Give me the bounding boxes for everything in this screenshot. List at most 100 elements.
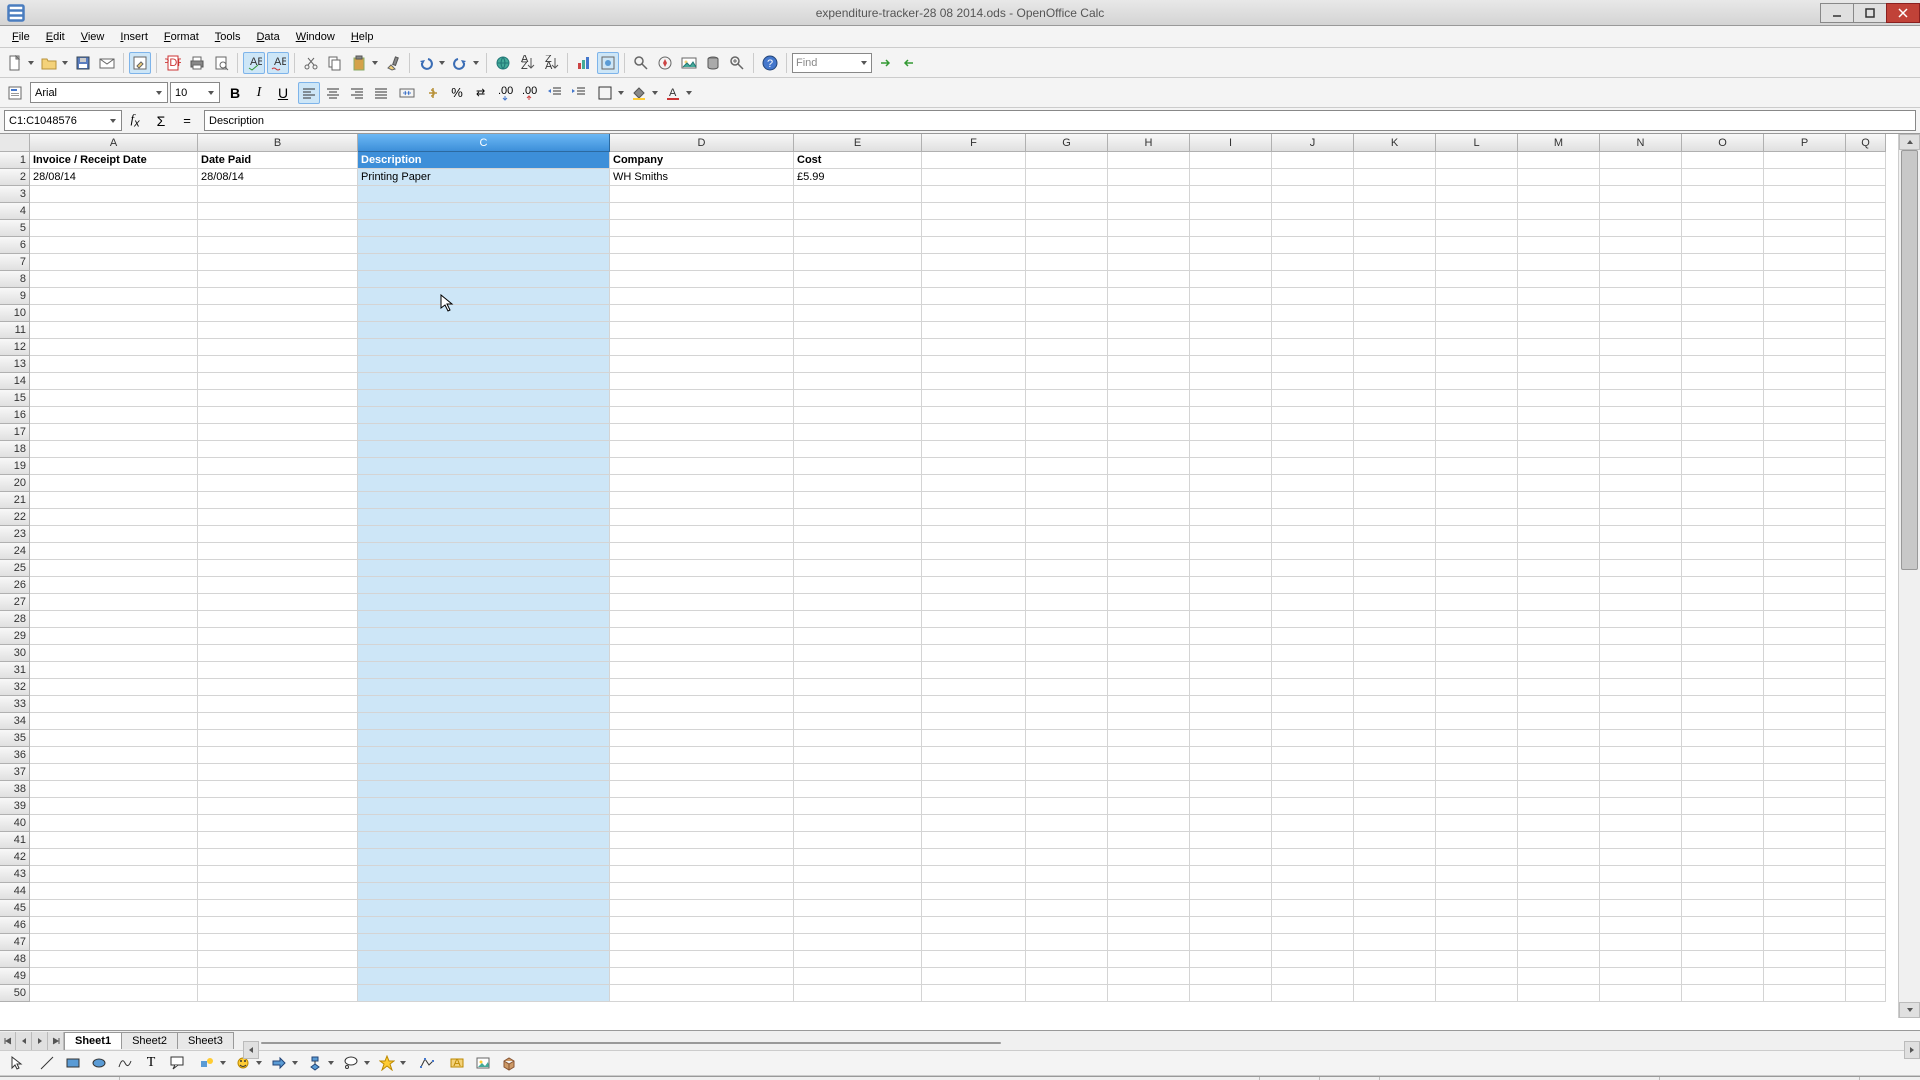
- menu-view[interactable]: View: [73, 29, 113, 45]
- row-header[interactable]: 21: [0, 492, 30, 509]
- cell[interactable]: [1764, 254, 1846, 271]
- row-header[interactable]: 16: [0, 407, 30, 424]
- cell[interactable]: [1436, 237, 1518, 254]
- cell[interactable]: [30, 679, 198, 696]
- cell[interactable]: [1436, 645, 1518, 662]
- cell[interactable]: [1682, 730, 1764, 747]
- row-header[interactable]: 20: [0, 475, 30, 492]
- cell[interactable]: [1026, 424, 1108, 441]
- cell[interactable]: [1600, 883, 1682, 900]
- cell[interactable]: [610, 798, 794, 815]
- cell[interactable]: [922, 577, 1026, 594]
- cell[interactable]: [1600, 951, 1682, 968]
- cell[interactable]: [358, 339, 610, 356]
- cell[interactable]: [1190, 305, 1272, 322]
- cell[interactable]: [1272, 815, 1354, 832]
- row-header[interactable]: 24: [0, 543, 30, 560]
- cell[interactable]: [1108, 628, 1190, 645]
- cell[interactable]: [1436, 509, 1518, 526]
- cell[interactable]: [1436, 560, 1518, 577]
- cell[interactable]: [610, 560, 794, 577]
- cell[interactable]: [794, 509, 922, 526]
- menu-data[interactable]: Data: [248, 29, 287, 45]
- cell[interactable]: [922, 424, 1026, 441]
- menu-file[interactable]: File: [4, 29, 38, 45]
- cell[interactable]: [1026, 339, 1108, 356]
- cell[interactable]: [1190, 237, 1272, 254]
- cell[interactable]: [922, 764, 1026, 781]
- cell[interactable]: [1108, 509, 1190, 526]
- cell[interactable]: [794, 747, 922, 764]
- row-header[interactable]: 33: [0, 696, 30, 713]
- menu-window[interactable]: Window: [288, 29, 343, 45]
- cell[interactable]: [922, 917, 1026, 934]
- cell[interactable]: [358, 577, 610, 594]
- cell[interactable]: [922, 968, 1026, 985]
- cell[interactable]: [610, 356, 794, 373]
- cell[interactable]: [1272, 305, 1354, 322]
- cell[interactable]: [1190, 220, 1272, 237]
- show-draw-button[interactable]: [597, 52, 619, 74]
- cell[interactable]: [1846, 441, 1886, 458]
- cell[interactable]: [1764, 407, 1846, 424]
- cell[interactable]: [358, 390, 610, 407]
- cell[interactable]: [1682, 679, 1764, 696]
- cell[interactable]: [1846, 271, 1886, 288]
- row-header[interactable]: 12: [0, 339, 30, 356]
- row-header[interactable]: 39: [0, 798, 30, 815]
- cell[interactable]: [1846, 458, 1886, 475]
- cell[interactable]: [1846, 764, 1886, 781]
- cell[interactable]: [30, 237, 198, 254]
- cell[interactable]: [1108, 424, 1190, 441]
- cell[interactable]: [1190, 628, 1272, 645]
- cell[interactable]: [1108, 611, 1190, 628]
- cell[interactable]: [1600, 866, 1682, 883]
- cell[interactable]: [1600, 730, 1682, 747]
- cell[interactable]: [610, 662, 794, 679]
- cell[interactable]: [1600, 917, 1682, 934]
- autospell-button[interactable]: ABC: [267, 52, 289, 74]
- cell[interactable]: [198, 237, 358, 254]
- cell[interactable]: [198, 441, 358, 458]
- cell[interactable]: [922, 152, 1026, 169]
- cell[interactable]: [1600, 798, 1682, 815]
- cell[interactable]: [922, 203, 1026, 220]
- cell[interactable]: [1764, 934, 1846, 951]
- cell[interactable]: [1190, 917, 1272, 934]
- cell[interactable]: [1436, 424, 1518, 441]
- cell[interactable]: [1026, 917, 1108, 934]
- cell[interactable]: [358, 220, 610, 237]
- cell[interactable]: [1108, 815, 1190, 832]
- cell[interactable]: [1846, 866, 1886, 883]
- cell[interactable]: [1108, 390, 1190, 407]
- cell[interactable]: [1764, 288, 1846, 305]
- cell[interactable]: [922, 951, 1026, 968]
- row-header[interactable]: 6: [0, 237, 30, 254]
- cell[interactable]: [30, 611, 198, 628]
- cell[interactable]: [1600, 220, 1682, 237]
- cell[interactable]: [1764, 968, 1846, 985]
- cell[interactable]: [1764, 509, 1846, 526]
- cell[interactable]: [1354, 730, 1436, 747]
- cell[interactable]: [358, 917, 610, 934]
- cell[interactable]: [198, 798, 358, 815]
- cell[interactable]: [1764, 458, 1846, 475]
- cell[interactable]: [1354, 424, 1436, 441]
- cell[interactable]: [1518, 186, 1600, 203]
- cell[interactable]: [358, 441, 610, 458]
- cell[interactable]: [1518, 271, 1600, 288]
- cell[interactable]: [1436, 730, 1518, 747]
- cell[interactable]: [1272, 832, 1354, 849]
- cell[interactable]: [922, 186, 1026, 203]
- from-file-button[interactable]: [472, 1052, 494, 1074]
- cell[interactable]: [1108, 883, 1190, 900]
- cell[interactable]: [1272, 594, 1354, 611]
- cell[interactable]: [1436, 662, 1518, 679]
- cell[interactable]: [1354, 832, 1436, 849]
- cell[interactable]: [1682, 747, 1764, 764]
- italic-button[interactable]: I: [248, 82, 270, 104]
- cell[interactable]: [794, 560, 922, 577]
- row-header[interactable]: 13: [0, 356, 30, 373]
- cell[interactable]: [30, 271, 198, 288]
- cell[interactable]: [1354, 900, 1436, 917]
